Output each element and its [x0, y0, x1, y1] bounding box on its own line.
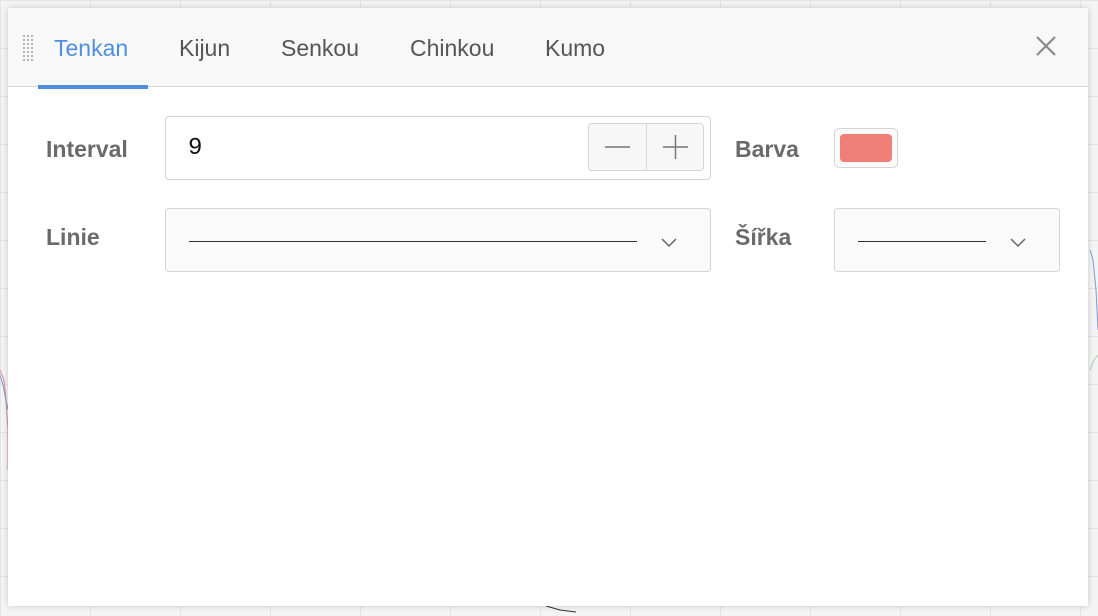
line-width-select[interactable] [834, 208, 1060, 272]
decrement-button[interactable] [589, 124, 646, 170]
close-icon [1036, 36, 1056, 56]
tab-kumo[interactable]: Kumo [545, 8, 605, 86]
drag-handle-icon[interactable] [22, 34, 34, 62]
line-style-select[interactable] [165, 208, 711, 272]
interval-label: Interval [46, 136, 128, 162]
color-label: Barva [735, 136, 799, 162]
tab-chinkou[interactable]: Chinkou [410, 8, 494, 86]
color-picker-button[interactable] [834, 128, 898, 168]
settings-dialog: Tenkan Kijun Senkou Chinkou Kumo Interva… [8, 8, 1088, 606]
active-tab-indicator [38, 85, 148, 89]
line-width-label: Šířka [735, 224, 792, 250]
line-style-preview [189, 241, 637, 242]
interval-stepper [588, 123, 704, 171]
color-swatch [840, 134, 892, 162]
tab-kijun[interactable]: Kijun [179, 8, 230, 86]
chevron-down-icon [661, 238, 677, 248]
increment-button[interactable] [647, 124, 704, 170]
dialog-header: Tenkan Kijun Senkou Chinkou Kumo [8, 8, 1088, 89]
chevron-down-icon [1010, 238, 1026, 248]
close-button[interactable] [1032, 32, 1060, 60]
line-width-preview [858, 241, 986, 242]
interval-input[interactable]: 9 [188, 117, 202, 179]
plus-icon [663, 135, 688, 159]
interval-field[interactable]: 9 [165, 116, 711, 180]
line-style-label: Linie [46, 224, 100, 250]
tab-senkou[interactable]: Senkou [281, 8, 359, 86]
tab-tenkan[interactable]: Tenkan [54, 8, 128, 86]
minus-icon [605, 146, 630, 148]
